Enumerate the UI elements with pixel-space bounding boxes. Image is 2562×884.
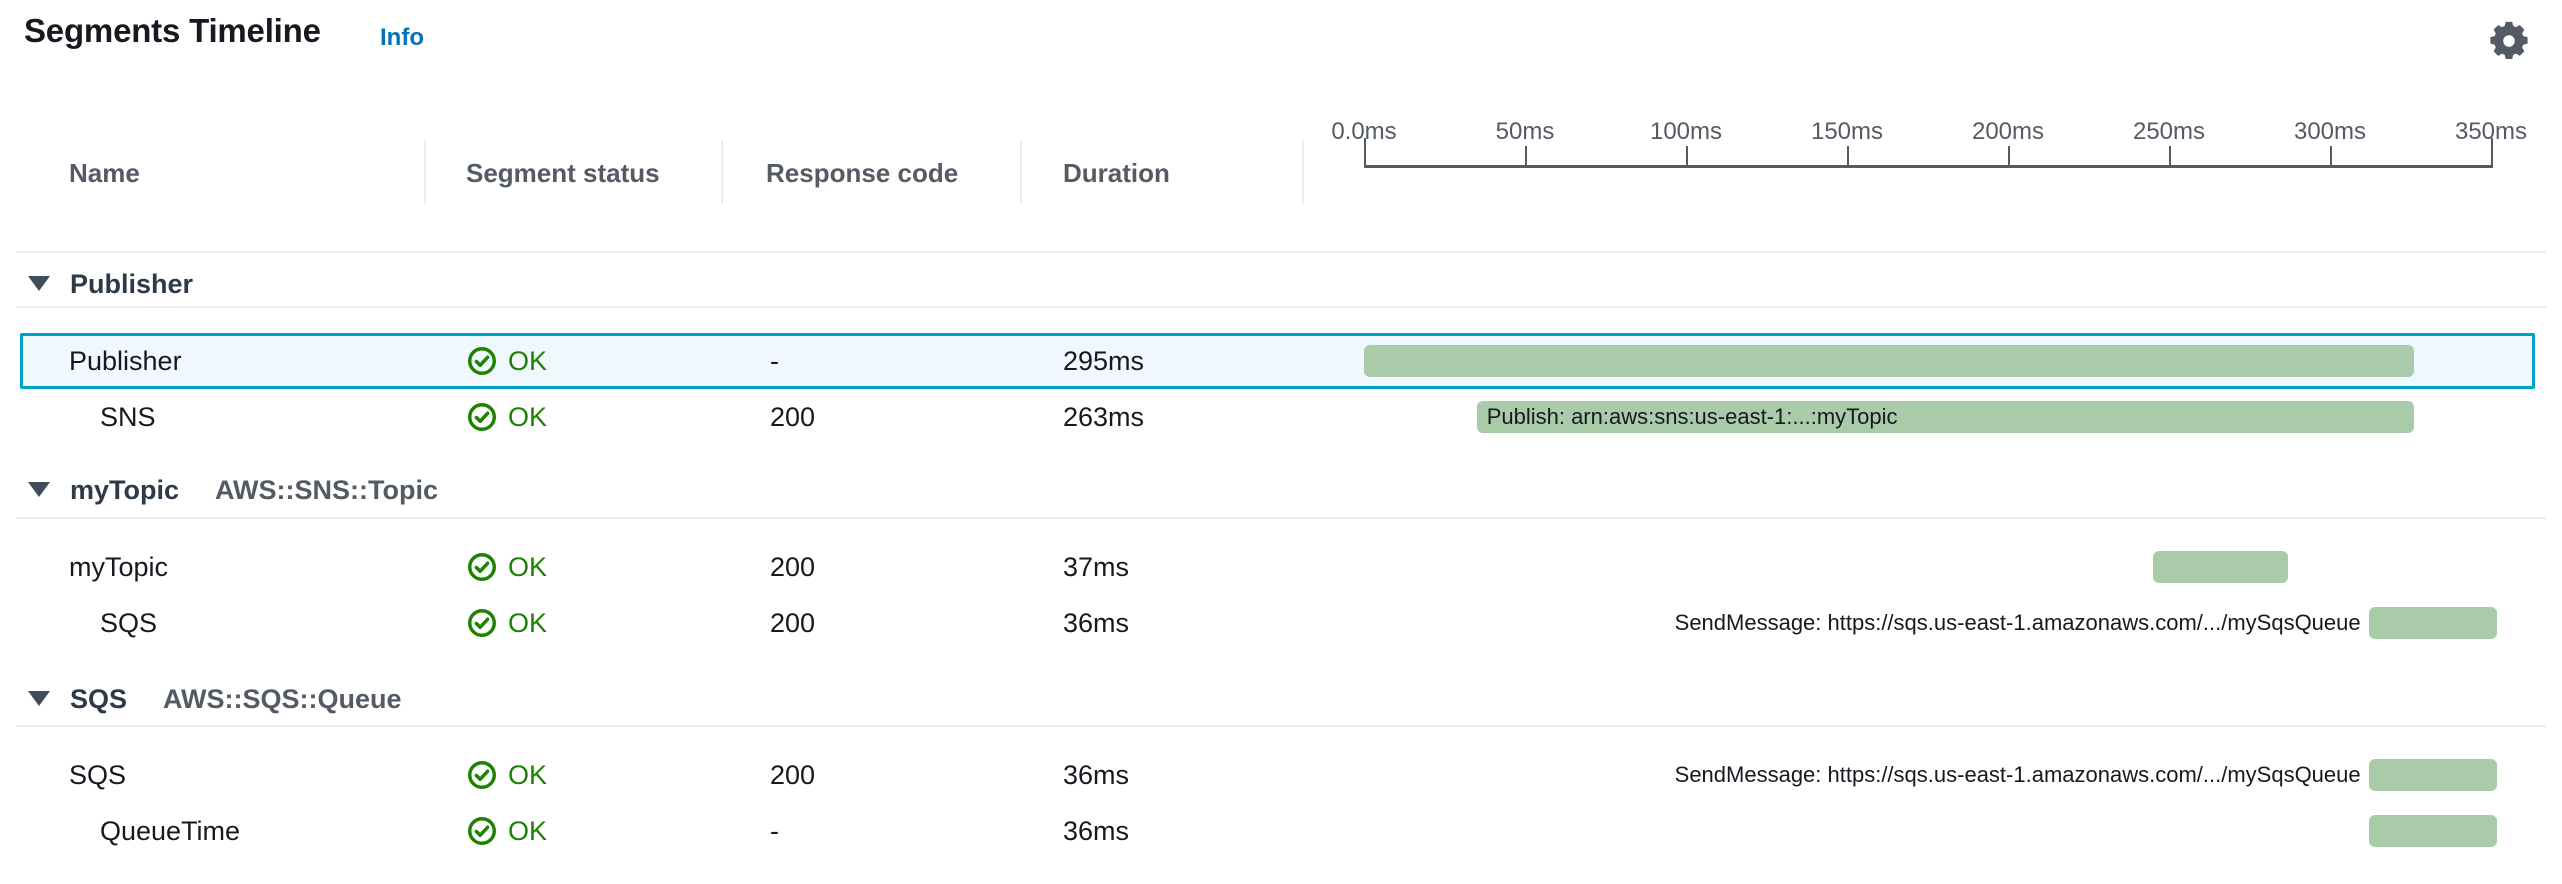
status-ok-label: OK [508, 747, 547, 803]
segment-status: OK [466, 747, 547, 803]
group-name: Publisher [70, 262, 193, 306]
segment-status: OK [466, 333, 547, 389]
duration: 295ms [1063, 333, 1144, 389]
table-row-sqs[interactable]: SQS OK 200 36ms SendMessage: https://sqs… [0, 747, 2562, 803]
column-divider [721, 140, 723, 204]
segment-name: SNS [0, 389, 156, 445]
timeline-cell: Publish: arn:aws:sns:us-east-1:...:myTop… [1302, 389, 2562, 445]
axis-tick [2330, 146, 2332, 168]
duration: 36ms [1063, 803, 1129, 859]
axis-tick-label: 300ms [2294, 118, 2366, 146]
info-link[interactable]: Info [380, 24, 424, 52]
triangle-down-icon[interactable] [28, 691, 50, 706]
group-header-mytopic[interactable]: myTopic AWS::SNS::Topic [0, 468, 2562, 512]
column-divider [1020, 140, 1022, 204]
check-circle-icon [466, 551, 498, 583]
timeline-bar[interactable] [1364, 345, 2414, 377]
segment-status: OK [466, 595, 547, 651]
response-code: 200 [770, 595, 815, 651]
axis-tick-label: 150ms [1811, 118, 1883, 146]
check-circle-icon [466, 607, 498, 639]
check-circle-icon [466, 759, 498, 791]
segment-name: SQS [0, 595, 157, 651]
group-name: SQS [70, 677, 127, 721]
timeline-bar[interactable] [2369, 759, 2498, 791]
status-ok-label: OK [508, 389, 547, 445]
timeline-cell: SendMessage: https://sqs.us-east-1.amazo… [1302, 595, 2562, 651]
group-divider [16, 517, 2546, 519]
bar-label: Publish: arn:aws:sns:us-east-1:...:myTop… [1487, 389, 1898, 445]
segment-name: SQS [0, 747, 126, 803]
timeline-bar[interactable] [2369, 815, 2498, 847]
group-header-sqs[interactable]: SQS AWS::SQS::Queue [0, 677, 2562, 721]
column-header-response-code: Response code [766, 140, 958, 206]
axis-tick [2008, 146, 2010, 168]
timeline-cell [1302, 803, 2562, 859]
duration: 36ms [1063, 747, 1129, 803]
group-type: AWS::SQS::Queue [163, 677, 402, 721]
axis-baseline [1364, 165, 2491, 168]
group-name: myTopic [70, 468, 179, 512]
column-header-duration: Duration [1063, 140, 1170, 206]
response-code: - [770, 803, 779, 859]
column-divider [424, 140, 426, 204]
axis-tick [2491, 138, 2493, 168]
timeline-bar[interactable] [2369, 607, 2498, 639]
table-row-sns[interactable]: SNS OK 200 263ms Publish: arn:aws:sns:us… [0, 389, 2562, 445]
axis-tick [1686, 146, 1688, 168]
column-header-segment-status: Segment status [466, 140, 660, 206]
response-code: 200 [770, 747, 815, 803]
check-circle-icon [466, 345, 498, 377]
check-circle-icon [466, 401, 498, 433]
check-circle-icon [466, 815, 498, 847]
timeline-cell: SendMessage: https://sqs.us-east-1.amazo… [1302, 747, 2562, 803]
response-code: 200 [770, 389, 815, 445]
timeline-cell [1302, 333, 2562, 389]
response-code: 200 [770, 539, 815, 595]
segment-name: QueueTime [0, 803, 240, 859]
table-row-queuetime[interactable]: QueueTime OK - 36ms [0, 803, 2562, 859]
group-type: AWS::SNS::Topic [215, 468, 438, 512]
timeline-bar[interactable] [2153, 551, 2288, 583]
status-ok-label: OK [508, 539, 547, 595]
axis-tick-label: 200ms [1972, 118, 2044, 146]
bar-label: SendMessage: https://sqs.us-east-1.amazo… [1675, 747, 2361, 803]
status-ok-label: OK [508, 595, 547, 651]
header-bottom-border [16, 251, 2546, 253]
segment-name: myTopic [0, 539, 168, 595]
duration: 263ms [1063, 389, 1144, 445]
page-title: Segments Timeline [24, 12, 321, 50]
axis-tick [2169, 146, 2171, 168]
status-ok-label: OK [508, 333, 547, 389]
axis-tick [1525, 146, 1527, 168]
segment-status: OK [466, 539, 547, 595]
axis-tick-label: 100ms [1650, 118, 1722, 146]
table-row-publisher[interactable]: Publisher OK - 295ms [0, 333, 2562, 389]
status-ok-label: OK [508, 803, 547, 859]
axis-tick [1847, 146, 1849, 168]
column-header-name: Name [69, 140, 140, 206]
segment-name: Publisher [0, 333, 182, 389]
triangle-down-icon[interactable] [28, 276, 50, 291]
table-row-mytopic[interactable]: myTopic OK 200 37ms [0, 539, 2562, 595]
group-divider [16, 306, 2546, 308]
duration: 37ms [1063, 539, 1129, 595]
triangle-down-icon[interactable] [28, 482, 50, 497]
bar-label: SendMessage: https://sqs.us-east-1.amazo… [1675, 595, 2361, 651]
response-code: - [770, 333, 779, 389]
duration: 36ms [1063, 595, 1129, 651]
axis-tick-label: 250ms [2133, 118, 2205, 146]
table-row-sqs[interactable]: SQS OK 200 36ms SendMessage: https://sqs… [0, 595, 2562, 651]
axis-tick-label: 50ms [1496, 118, 1555, 146]
time-axis: 0.0ms50ms100ms150ms200ms250ms300ms350ms [1302, 0, 2562, 212]
segment-status: OK [466, 803, 547, 859]
group-divider [16, 725, 2546, 727]
group-header-publisher[interactable]: Publisher [0, 262, 2562, 306]
segment-status: OK [466, 389, 547, 445]
axis-tick [1364, 138, 1366, 168]
timeline-cell [1302, 539, 2562, 595]
